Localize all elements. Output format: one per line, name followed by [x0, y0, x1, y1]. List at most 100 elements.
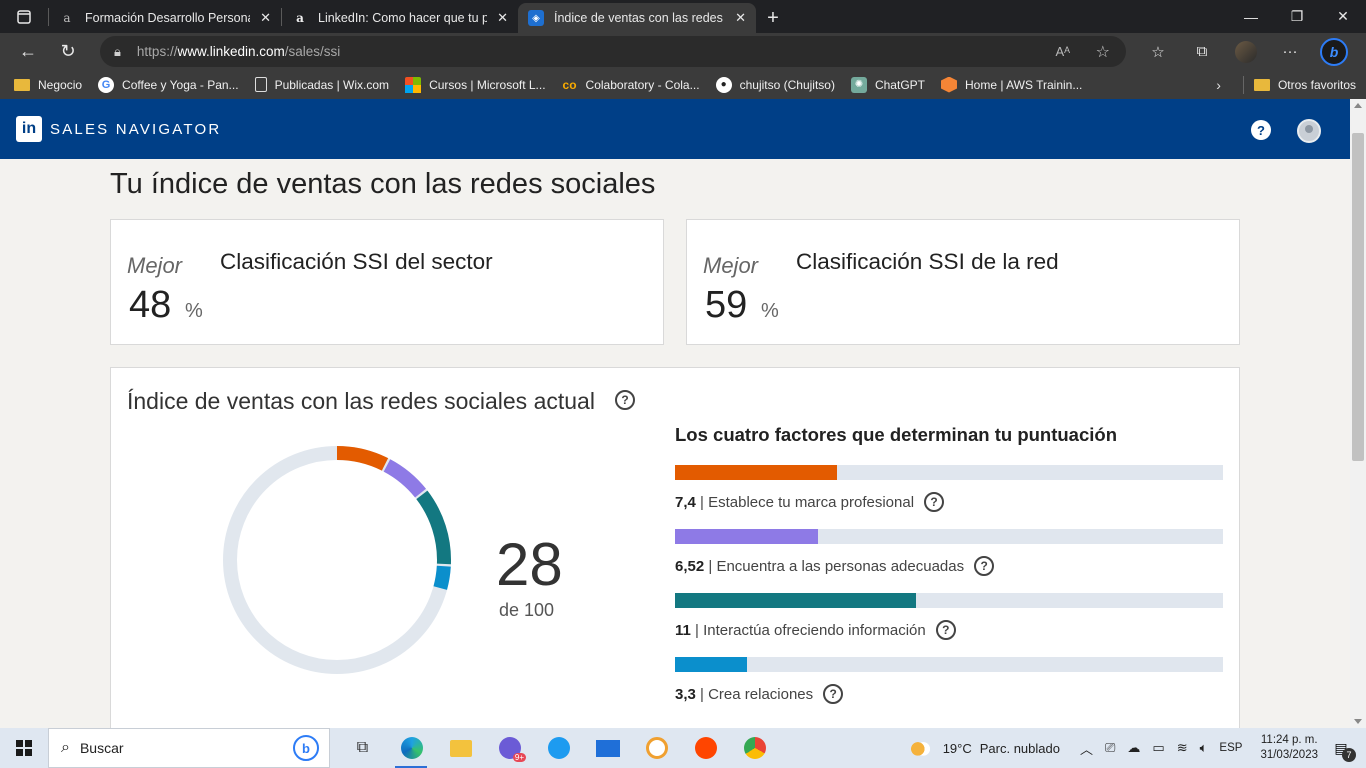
file-explorer-icon[interactable] — [436, 728, 485, 768]
browser-tabstrip: a Formación Desarrollo Personal G ✕ a Li… — [0, 0, 1366, 33]
profile-avatar[interactable] — [1224, 40, 1268, 63]
other-favorites[interactable]: Otros favoritos — [1253, 77, 1356, 93]
collections-icon[interactable]: ⧉ — [1180, 43, 1224, 60]
factor-fill — [675, 657, 748, 672]
tab-title: Formación Desarrollo Personal G — [85, 11, 250, 25]
linkedin-logo-icon[interactable]: in — [16, 116, 42, 142]
help-icon[interactable]: ? — [924, 492, 945, 512]
help-icon[interactable]: ? — [615, 390, 635, 410]
partly-cloudy-icon — [908, 739, 931, 757]
edge-icon[interactable] — [387, 728, 436, 768]
twitter-icon[interactable] — [534, 728, 583, 768]
scroll-thumb[interactable] — [1352, 133, 1364, 461]
toolbar-right: ☆ ⧉ ··· b — [1136, 33, 1356, 70]
network-rank-card: Mejor 59 % Clasificación SSI de la red — [686, 219, 1240, 345]
chat-app-icon[interactable]: 9+ — [485, 728, 534, 768]
product-title[interactable]: SALES NAVIGATOR — [50, 121, 221, 138]
app-icon[interactable] — [632, 728, 681, 768]
favorite-github[interactable]: ● chujitso (Chujitso) — [715, 76, 835, 93]
language-indicator[interactable]: ESP — [1219, 742, 1242, 754]
favorite-wix[interactable]: Publicadas | Wix.com — [254, 77, 389, 92]
more-icon[interactable]: ··· — [1268, 43, 1312, 60]
close-window-icon[interactable]: ✕ — [1320, 0, 1366, 33]
help-icon[interactable]: ? — [1251, 120, 1271, 140]
factors-title: Los cuatro factores que determinan tu pu… — [675, 424, 1117, 445]
minimize-icon[interactable]: — — [1228, 0, 1274, 33]
tab-linkedin-article[interactable]: a LinkedIn: Como hacer que tu per ✕ — [282, 3, 518, 33]
favorite-aws[interactable]: Home | AWS Trainin... — [940, 76, 1082, 93]
task-view-icon[interactable]: ⧉ — [338, 728, 387, 768]
favorite-colab[interactable]: co Colaboratory - Cola... — [562, 77, 700, 93]
tab-actions-icon[interactable] — [0, 0, 48, 33]
windows-taskbar: ⌕ Buscar b ⧉ 9+ 19°C Parc. nublado ︿ ⎚ ☁… — [0, 728, 1366, 768]
a-icon: a — [63, 11, 71, 25]
window-controls: — ❐ ✕ — [1228, 0, 1366, 33]
address-bar[interactable]: 🔒︎ https://www.linkedin.com/sales/ssi Aᴬ… — [100, 36, 1126, 67]
back-icon[interactable]: ← — [8, 33, 48, 70]
ssi-score: 28 — [496, 531, 563, 598]
factor-track — [675, 529, 1223, 544]
add-favorite-icon[interactable]: ☆ — [1096, 42, 1110, 62]
weather-widget[interactable]: 19°C Parc. nublado — [908, 739, 1060, 757]
new-tab-icon[interactable]: + — [756, 3, 790, 33]
chrome-icon[interactable] — [730, 728, 779, 768]
onedrive-icon[interactable]: ☁ — [1127, 740, 1140, 756]
current-ssi-card: Índice de ventas con las redes sociales … — [110, 367, 1240, 747]
scroll-up-icon[interactable] — [1354, 103, 1362, 108]
battery-icon[interactable]: ▭ — [1152, 740, 1164, 756]
ssi-score-max: de 100 — [499, 600, 555, 620]
favorites-separator — [1242, 75, 1244, 94]
restore-icon[interactable]: ❐ — [1274, 0, 1320, 33]
reddit-icon[interactable] — [681, 728, 730, 768]
close-icon[interactable]: ✕ — [497, 10, 508, 26]
clock[interactable]: 11:24 p. m. 31/03/2023 — [1260, 733, 1318, 763]
wifi-icon[interactable]: ≋ — [1177, 740, 1188, 756]
favorite-coffee-yoga[interactable]: G Coffee y Yoga - Pan... — [98, 76, 239, 93]
chevron-up-icon[interactable]: ︿ — [1080, 739, 1093, 758]
github-icon: ● — [715, 76, 732, 93]
factor-label: 11 | Interactúa ofreciendo información? — [675, 620, 956, 640]
user-avatar[interactable] — [1297, 119, 1321, 143]
meet-icon[interactable]: ⎚ — [1105, 740, 1115, 756]
factor-label: 7,4 | Establece tu marca profesional? — [675, 492, 945, 512]
bing-chat-icon[interactable]: b — [1312, 37, 1356, 66]
rank-label: Clasificación SSI de la red — [796, 249, 1059, 274]
tab-ssi-active[interactable]: ◈ Índice de ventas con las redes so ✕ — [518, 3, 756, 33]
rank-value: 48 — [129, 284, 172, 326]
clock-time: 11:24 p. m. — [1260, 734, 1318, 746]
close-icon[interactable]: ✕ — [260, 10, 271, 26]
close-icon[interactable]: ✕ — [735, 10, 746, 26]
search-label: Buscar — [79, 740, 124, 756]
page-title: Tu índice de ventas con las redes social… — [110, 168, 656, 200]
help-icon[interactable]: ? — [823, 684, 844, 704]
aws-icon — [940, 76, 957, 93]
volume-icon[interactable]: 🔈︎ — [1200, 740, 1208, 756]
start-button[interactable] — [0, 728, 48, 768]
mail-icon[interactable] — [583, 728, 632, 768]
favorite-microsoft-learn[interactable]: Cursos | Microsoft L... — [405, 76, 546, 93]
colab-icon: co — [562, 77, 577, 92]
tab-title: Índice de ventas con las redes so — [554, 11, 726, 25]
rank-prefix: Mejor — [703, 253, 759, 278]
bing-icon[interactable]: b — [293, 735, 319, 761]
notification-icon[interactable]: ▤ 7 — [1328, 736, 1356, 762]
taskbar-apps: ⧉ 9+ — [338, 728, 779, 768]
url-text: https://www.linkedin.com/sales/ssi — [136, 44, 341, 59]
notification-badge: 7 — [1342, 748, 1356, 762]
taskbar-search[interactable]: ⌕ Buscar b — [48, 728, 330, 768]
help-icon[interactable]: ? — [974, 556, 995, 576]
favorites-right: › Otros favoritos — [1216, 75, 1356, 94]
ssi-heading: Índice de ventas con las redes sociales … — [127, 388, 595, 414]
page-scrollbar[interactable] — [1350, 99, 1366, 728]
app-badge: 9+ — [512, 753, 526, 762]
refresh-icon[interactable]: ↻ — [48, 33, 88, 70]
factor-track — [675, 465, 1223, 480]
favorite-negocio[interactable]: Negocio — [14, 77, 82, 93]
tab-formacion[interactable]: a Formación Desarrollo Personal G ✕ — [49, 3, 281, 33]
favorite-chatgpt[interactable]: ✺ ChatGPT — [850, 76, 925, 93]
scroll-down-icon[interactable] — [1354, 719, 1362, 724]
favorites-icon[interactable]: ☆ — [1136, 43, 1180, 61]
help-icon[interactable]: ? — [935, 620, 956, 640]
chevron-right-icon[interactable]: › — [1216, 77, 1221, 93]
read-aloud-icon[interactable]: Aᴬ — [1055, 44, 1070, 59]
